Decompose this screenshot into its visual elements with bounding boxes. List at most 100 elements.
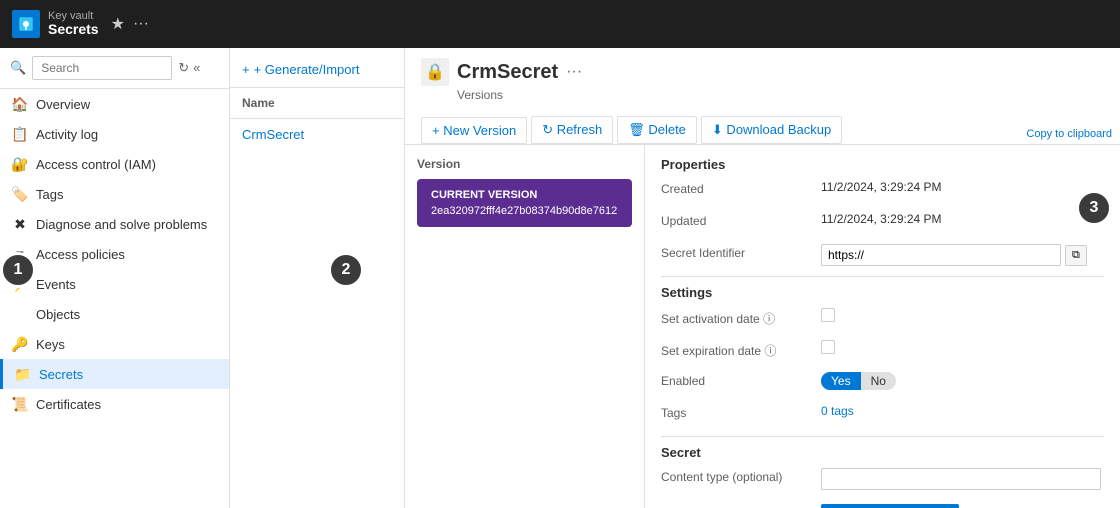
sidebar-item-keys[interactable]: 🔑 Keys [0, 329, 229, 359]
new-version-button[interactable]: + New Version [421, 117, 527, 144]
expiration-label: Set expiration date ⓘ [661, 340, 821, 359]
generate-import-label: + Generate/Import [254, 62, 360, 77]
generate-import-button[interactable]: + + Generate/Import [242, 58, 392, 81]
sidebar-item-overview[interactable]: 🏠 Overview [0, 89, 229, 119]
sidebar-item-diagnose[interactable]: ✖ Diagnose and solve problems [0, 209, 229, 239]
versions-content: Version CURRENT VERSION 2ea320972fff4e27… [405, 145, 1120, 508]
objects-icon [12, 306, 28, 322]
sidebar-item-label: Access control (IAM) [36, 157, 156, 172]
updated-label: Updated [661, 212, 821, 228]
copy-identifier-button[interactable]: ⧉ [1065, 245, 1087, 266]
refresh-button[interactable]: ↻ Refresh [531, 116, 613, 144]
settings-section-title: Settings [661, 285, 1104, 300]
secrets-icon: 📁 [15, 366, 31, 382]
tags-value[interactable]: 0 tags [821, 404, 1104, 418]
resource-name: Secrets [48, 22, 99, 37]
diagnose-icon: ✖ [12, 216, 28, 232]
show-secret-value-button[interactable]: Show Secret Value [821, 504, 959, 508]
sidebar-item-label: Activity log [36, 127, 98, 142]
crm-secret-icon: 🔒 [421, 58, 449, 86]
sidebar-item-label: Access policies [36, 247, 125, 262]
created-label: Created [661, 180, 821, 196]
main-layout: 🔍 ↻ « 🏠 Overview 📋 Activity log 🔐 Access… [0, 48, 1120, 508]
crm-subtitle: Versions [457, 88, 1104, 102]
secret-list-item[interactable]: CrmSecret [230, 119, 404, 150]
sidebar-item-certificates[interactable]: 📜 Certificates [0, 389, 229, 419]
favorite-star-icon[interactable]: ★ [111, 14, 125, 34]
created-value: 11/2/2024, 3:29:24 PM [821, 180, 1104, 194]
activation-row: Set activation date ⓘ [661, 308, 1104, 332]
current-version-badge: CURRENT VERSION [431, 189, 618, 201]
sidebar-item-secrets[interactable]: 📁 Secrets [0, 359, 229, 389]
detail-toolbar: + New Version ↻ Refresh 🗑 Delete ⬇ Downl… [421, 110, 1104, 144]
plus-icon: + [242, 62, 250, 77]
content-type-input[interactable] [821, 468, 1101, 490]
versions-list: Version CURRENT VERSION 2ea320972fff4e27… [405, 145, 645, 508]
access-control-icon: 🔐 [12, 156, 28, 172]
show-secret-spacer [661, 500, 821, 502]
expiration-row: Set expiration date ⓘ [661, 340, 1104, 364]
identifier-row: Secret Identifier ⧉ [661, 244, 1104, 268]
enabled-toggle[interactable]: Yes No [821, 372, 896, 390]
sidebar-item-label: Events [36, 277, 76, 292]
secret-section-title: Secret [661, 445, 1104, 460]
step-badge-1: 1 [0, 252, 36, 288]
tags-row: Tags 0 tags [661, 404, 1104, 428]
toggle-yes-option[interactable]: Yes [821, 372, 861, 390]
sidebar-item-label: Diagnose and solve problems [36, 217, 207, 232]
secrets-panel-header: + + Generate/Import [230, 48, 404, 88]
step-badge-2: 2 [328, 252, 364, 288]
expiration-checkbox[interactable] [821, 340, 835, 354]
step-badge-3: 3 [1076, 190, 1112, 226]
section-divider [661, 276, 1104, 277]
created-row: Created 11/2/2024, 3:29:24 PM [661, 180, 1104, 204]
identifier-input[interactable] [821, 244, 1061, 266]
overview-icon: 🏠 [12, 96, 28, 112]
content-type-row: Content type (optional) [661, 468, 1104, 492]
activation-label: Set activation date ⓘ [661, 308, 821, 327]
show-secret-row: Show Secret Value [661, 500, 1104, 508]
secrets-list-panel: + + Generate/Import Name CrmSecret [230, 48, 405, 508]
version-hash-value: 2ea320972fff4e27b08374b90d8e7612 [431, 205, 618, 217]
more-options-icon[interactable]: ··· [133, 15, 149, 33]
sidebar-nav: 🏠 Overview 📋 Activity log 🔐 Access contr… [0, 89, 229, 508]
sidebar-item-access-control[interactable]: 🔐 Access control (IAM) [0, 149, 229, 179]
detail-area: 🔒 CrmSecret ··· Versions + New Version ↻… [405, 48, 1120, 508]
sidebar-item-objects[interactable]: Objects [0, 299, 229, 329]
sidebar-item-activity-log[interactable]: 📋 Activity log [0, 119, 229, 149]
version-col-header: Version [417, 157, 632, 171]
activity-log-icon: 📋 [12, 126, 28, 142]
search-input[interactable] [32, 56, 172, 80]
keys-icon: 🔑 [12, 336, 28, 352]
toggle-no-option[interactable]: No [861, 372, 896, 390]
sidebar-item-tags[interactable]: 🏷️ Tags [0, 179, 229, 209]
activation-checkbox[interactable] [821, 308, 835, 322]
enabled-label: Enabled [661, 372, 821, 388]
crm-secret-title: CrmSecret [457, 61, 558, 84]
sidebar-item-label: Objects [36, 307, 80, 322]
certificates-icon: 📜 [12, 396, 28, 412]
tags-icon: 🏷️ [12, 186, 28, 202]
keyvault-icon [12, 10, 40, 38]
name-column-header: Name [230, 88, 404, 119]
sidebar-item-label: Overview [36, 97, 90, 112]
search-icon: 🔍 [10, 60, 26, 76]
section-divider-2 [661, 436, 1104, 437]
crm-more-options-icon[interactable]: ··· [566, 63, 582, 81]
search-actions: ↻ « [178, 60, 200, 76]
top-bar: Key vault Secrets ★ ··· [0, 0, 1120, 48]
version-list-item[interactable]: CURRENT VERSION 2ea320972fff4e27b08374b9… [417, 179, 632, 227]
enabled-row: Enabled Yes No [661, 372, 1104, 396]
refresh-icon[interactable]: ↻ [178, 60, 189, 76]
sidebar-item-label: Certificates [36, 397, 101, 412]
sidebar-item-label: Secrets [39, 367, 83, 382]
download-backup-button[interactable]: ⬇ Download Backup [701, 116, 842, 144]
tags-label: Tags [661, 404, 821, 420]
sidebar-item-label: Tags [36, 187, 63, 202]
identifier-input-row: ⧉ [821, 244, 1101, 266]
collapse-icon[interactable]: « [193, 60, 200, 76]
content-type-label: Content type (optional) [661, 468, 821, 484]
updated-row: Updated 11/2/2024, 3:29:24 PM [661, 212, 1104, 236]
sidebar-search-container: 🔍 ↻ « [0, 48, 229, 89]
delete-button[interactable]: 🗑 Delete [617, 116, 697, 144]
